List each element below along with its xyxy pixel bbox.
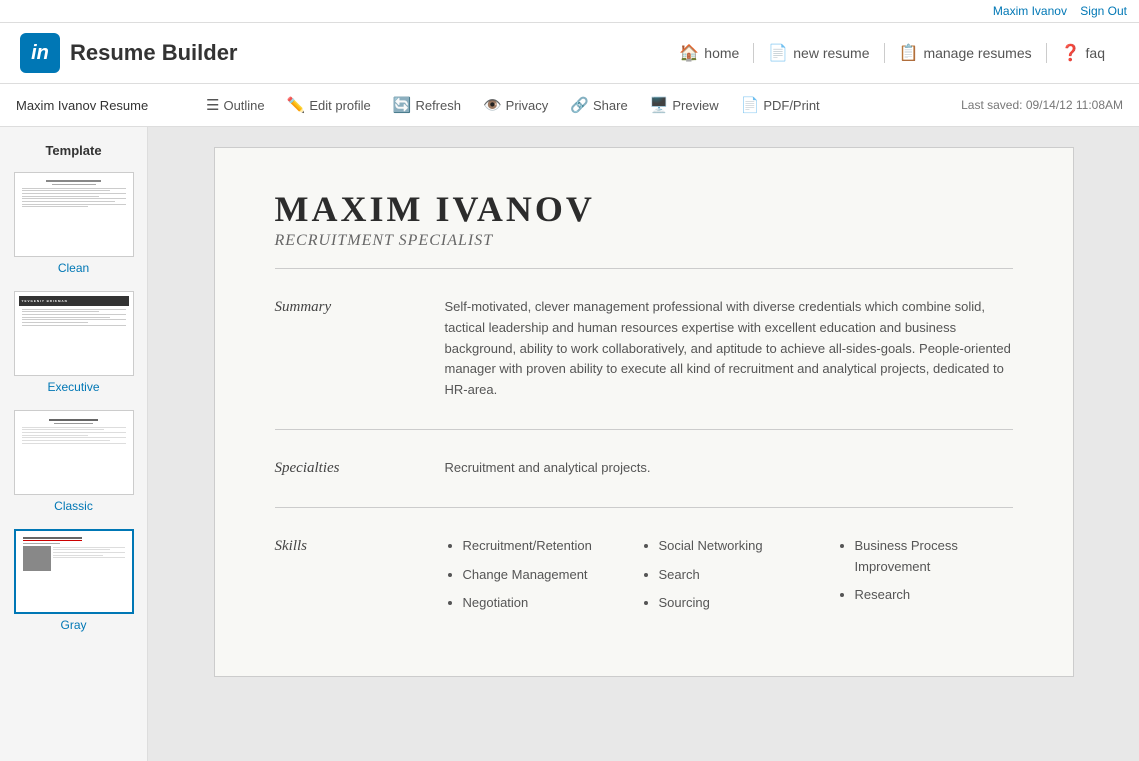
header: in Resume Builder 🏠 home 📄 new resume 📋manag… bbox=[0, 23, 1139, 84]
nav-link-faq[interactable]: ❓ faq bbox=[1047, 43, 1119, 63]
nav-link-new-resume[interactable]: 📄 new resume bbox=[754, 43, 884, 63]
top-bar: Maxim Ivanov Sign Out bbox=[0, 0, 1139, 23]
new-resume-label: new resume bbox=[793, 45, 869, 61]
skill-item: Search bbox=[659, 565, 817, 586]
edit-profile-icon: ✏️ bbox=[287, 96, 306, 114]
template-item-gray[interactable]: Gray bbox=[10, 529, 137, 632]
toolbar-btn-share[interactable]: 🔗 Share bbox=[560, 92, 637, 118]
nav-link-manage-resumes[interactable]: 📋manage resumes bbox=[885, 43, 1047, 63]
faq-label: faq bbox=[1086, 45, 1105, 61]
template-item-classic[interactable]: Classic bbox=[10, 410, 137, 513]
toolbar-btn-edit-profile[interactable]: ✏️Edit profile bbox=[277, 92, 381, 118]
section-content-specialties: Recruitment and analytical projects. bbox=[445, 458, 1013, 479]
app-title: Resume Builder bbox=[70, 40, 238, 66]
toolbar-btn-preview[interactable]: 🖥️Preview bbox=[640, 92, 729, 118]
main-layout: Template Clean YE bbox=[0, 127, 1139, 761]
resume-person-name: MAXIM IVANOV bbox=[275, 188, 1013, 230]
toolbar-actions: ☰Outline✏️Edit profile🔄Refresh👁️Privacy🔗… bbox=[196, 92, 961, 118]
preview-icon: 🖥️ bbox=[650, 96, 669, 114]
resume-divider-specialties bbox=[275, 507, 1013, 508]
resume-divider-summary bbox=[275, 429, 1013, 430]
new-resume-icon: 📄 bbox=[768, 43, 788, 63]
home-icon: 🏠 bbox=[679, 43, 699, 63]
skills-columns: Recruitment/Retention Change Management Ne… bbox=[445, 536, 1013, 622]
preview-label: Preview bbox=[672, 98, 718, 113]
template-thumb-clean bbox=[14, 172, 134, 257]
resume-sections: Summary Self-motivated, clever management… bbox=[275, 283, 1013, 636]
template-item-clean[interactable]: Clean bbox=[10, 172, 137, 275]
edit-profile-label: Edit profile bbox=[309, 98, 370, 113]
template-thumb-classic bbox=[14, 410, 134, 495]
privacy-label: Privacy bbox=[506, 98, 549, 113]
privacy-icon: 👁️ bbox=[483, 96, 502, 114]
toolbar-btn-outline[interactable]: ☰ Outline bbox=[196, 92, 275, 118]
nav-link-home[interactable]: 🏠 home bbox=[665, 43, 754, 63]
section-label-skills: Skills bbox=[275, 536, 415, 622]
outline-label: Outline bbox=[223, 98, 264, 113]
template-list: Clean YEVGENIY BRIKMAN Executive bbox=[10, 172, 137, 632]
pdf-print-label: PDF/Print bbox=[763, 98, 819, 113]
toolbar-btn-refresh[interactable]: 🔄Refresh bbox=[383, 92, 471, 118]
resume-section-specialties: Specialties Recruitment and analytical pr… bbox=[275, 444, 1013, 493]
home-label: home bbox=[704, 45, 739, 61]
user-link[interactable]: Maxim Ivanov bbox=[993, 4, 1067, 18]
skill-item: Change Management bbox=[463, 565, 621, 586]
section-content-summary: Self-motivated, clever management profes… bbox=[445, 297, 1013, 401]
template-label-gray: Gray bbox=[10, 618, 137, 632]
template-label-clean: Clean bbox=[10, 261, 137, 275]
last-saved: Last saved: 09/14/12 11:08AM bbox=[961, 98, 1123, 112]
resume-document: MAXIM IVANOV RECRUITMENT SPECIALIST Summ… bbox=[214, 147, 1074, 677]
resume-section-skills: Skills Recruitment/Retention Change Manage… bbox=[275, 522, 1013, 636]
logo-area: in Resume Builder bbox=[20, 33, 665, 73]
sidebar: Template Clean YE bbox=[0, 127, 148, 761]
refresh-label: Refresh bbox=[415, 98, 461, 113]
skill-item: Negotiation bbox=[463, 593, 621, 614]
skills-col-0: Recruitment/Retention Change Management Ne… bbox=[445, 536, 621, 622]
manage-resumes-label: manage resumes bbox=[923, 45, 1031, 61]
resume-name-label: Maxim Ivanov Resume bbox=[16, 98, 176, 113]
share-label: Share bbox=[593, 98, 628, 113]
section-label-specialties: Specialties bbox=[275, 458, 415, 479]
skill-item: Research bbox=[855, 585, 1013, 606]
skill-item: Recruitment/Retention bbox=[463, 536, 621, 557]
skills-col-1: Social Networking Search Sourcing bbox=[641, 536, 817, 622]
outline-icon: ☰ bbox=[206, 96, 219, 114]
toolbar-btn-privacy[interactable]: 👁️ Privacy bbox=[473, 92, 558, 118]
section-content-skills: Recruitment/Retention Change Management Ne… bbox=[445, 536, 1013, 622]
resume-divider-top bbox=[275, 268, 1013, 269]
pdf-print-icon: 📄 bbox=[741, 96, 760, 114]
faq-icon: ❓ bbox=[1061, 43, 1081, 63]
skill-item: Business Process Improvement bbox=[855, 536, 1013, 578]
resume-person-title: RECRUITMENT SPECIALIST bbox=[275, 232, 1013, 250]
skill-item: Social Networking bbox=[659, 536, 817, 557]
skills-col-2: Business Process Improvement Research bbox=[837, 536, 1013, 622]
template-label-executive: Executive bbox=[10, 380, 137, 394]
toolbar: Maxim Ivanov Resume ☰ Outline ✏️Edit profi… bbox=[0, 84, 1139, 127]
refresh-icon: 🔄 bbox=[393, 96, 412, 114]
template-label-classic: Classic bbox=[10, 499, 137, 513]
share-icon: 🔗 bbox=[570, 96, 589, 114]
template-thumb-gray bbox=[14, 529, 134, 614]
template-thumb-executive: YEVGENIY BRIKMAN bbox=[14, 291, 134, 376]
signout-link[interactable]: Sign Out bbox=[1080, 4, 1127, 18]
main-nav: 🏠 home 📄 new resume 📋manage resumes ❓ faq bbox=[665, 43, 1119, 63]
toolbar-btn-pdf-print[interactable]: 📄PDF/Print bbox=[731, 92, 830, 118]
linkedin-logo-icon: in bbox=[20, 33, 60, 73]
sidebar-title: Template bbox=[10, 143, 137, 158]
resume-section-summary: Summary Self-motivated, clever management… bbox=[275, 283, 1013, 415]
template-item-executive[interactable]: YEVGENIY BRIKMAN Executive bbox=[10, 291, 137, 394]
manage-resumes-icon: 📋 bbox=[899, 43, 919, 63]
skill-item: Sourcing bbox=[659, 593, 817, 614]
resume-area: MAXIM IVANOV RECRUITMENT SPECIALIST Summ… bbox=[148, 127, 1139, 761]
section-label-summary: Summary bbox=[275, 297, 415, 401]
